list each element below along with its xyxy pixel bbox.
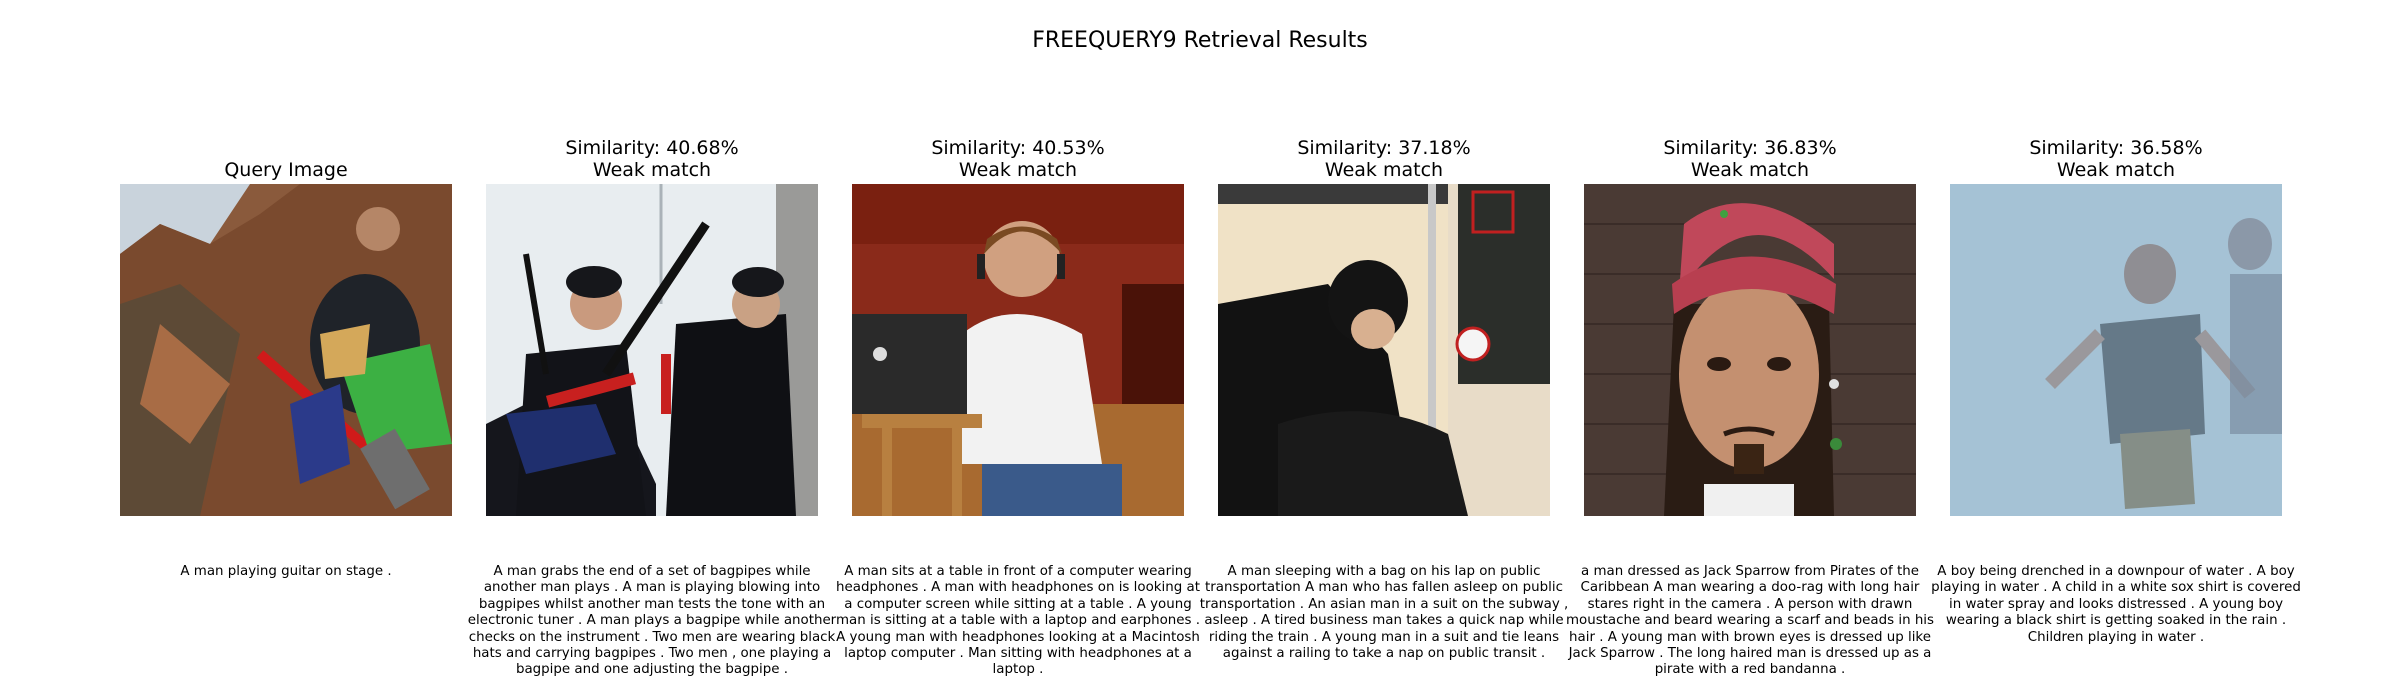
result-image (1584, 184, 1916, 516)
result-title: Similarity: 36.83% Weak match (1544, 137, 1956, 181)
result-image (486, 184, 818, 516)
query-label: Query Image (224, 159, 348, 181)
result-panel: Similarity: 40.68% Weak match A man grab… (468, 0, 836, 700)
query-title: Query Image (80, 159, 492, 181)
result-panel: Similarity: 36.83% Weak match a man dres… (1566, 0, 1934, 700)
match-label: Weak match (2056, 159, 2176, 181)
result-caption: A man sits at a table in front of a comp… (836, 564, 1200, 678)
match-label: Weak match (1324, 159, 1444, 181)
result-panel: Similarity: 37.18% Weak match A man slee… (1200, 0, 1569, 700)
match-label: Weak match (958, 159, 1078, 181)
result-image (1218, 184, 1550, 516)
result-caption: A man grabs the end of a set of bagpipes… (467, 564, 837, 678)
result-caption: A boy being drenched in a downpour of wa… (1931, 564, 2301, 645)
query-panel: Query Image A man playing guitar on stag… (120, 0, 452, 700)
result-image (852, 184, 1184, 516)
similarity-score: Similarity: 40.68% (565, 137, 739, 159)
result-caption: a man dressed as Jack Sparrow from Pirat… (1565, 564, 1935, 678)
similarity-score: Similarity: 37.18% (1297, 137, 1471, 159)
similarity-score: Similarity: 36.83% (1663, 137, 1837, 159)
match-label: Weak match (1690, 159, 1810, 181)
result-panel: Similarity: 40.53% Weak match A man sits… (836, 0, 1200, 700)
result-caption: A man sleeping with a bag on his lap on … (1199, 564, 1569, 662)
result-panel: Similarity: 36.58% Weak match A boy bein… (1931, 0, 2301, 700)
result-title: Similarity: 37.18% Weak match (1178, 137, 1590, 181)
match-label: Weak match (592, 159, 712, 181)
result-title: Similarity: 36.58% Weak match (1910, 137, 2322, 181)
result-title: Similarity: 40.68% Weak match (446, 137, 858, 181)
result-image (1950, 184, 2282, 516)
similarity-score: Similarity: 40.53% (931, 137, 1105, 159)
query-image (120, 184, 452, 516)
result-title: Similarity: 40.53% Weak match (812, 137, 1224, 181)
similarity-score: Similarity: 36.58% (2029, 137, 2203, 159)
query-caption: A man playing guitar on stage . (180, 564, 392, 579)
